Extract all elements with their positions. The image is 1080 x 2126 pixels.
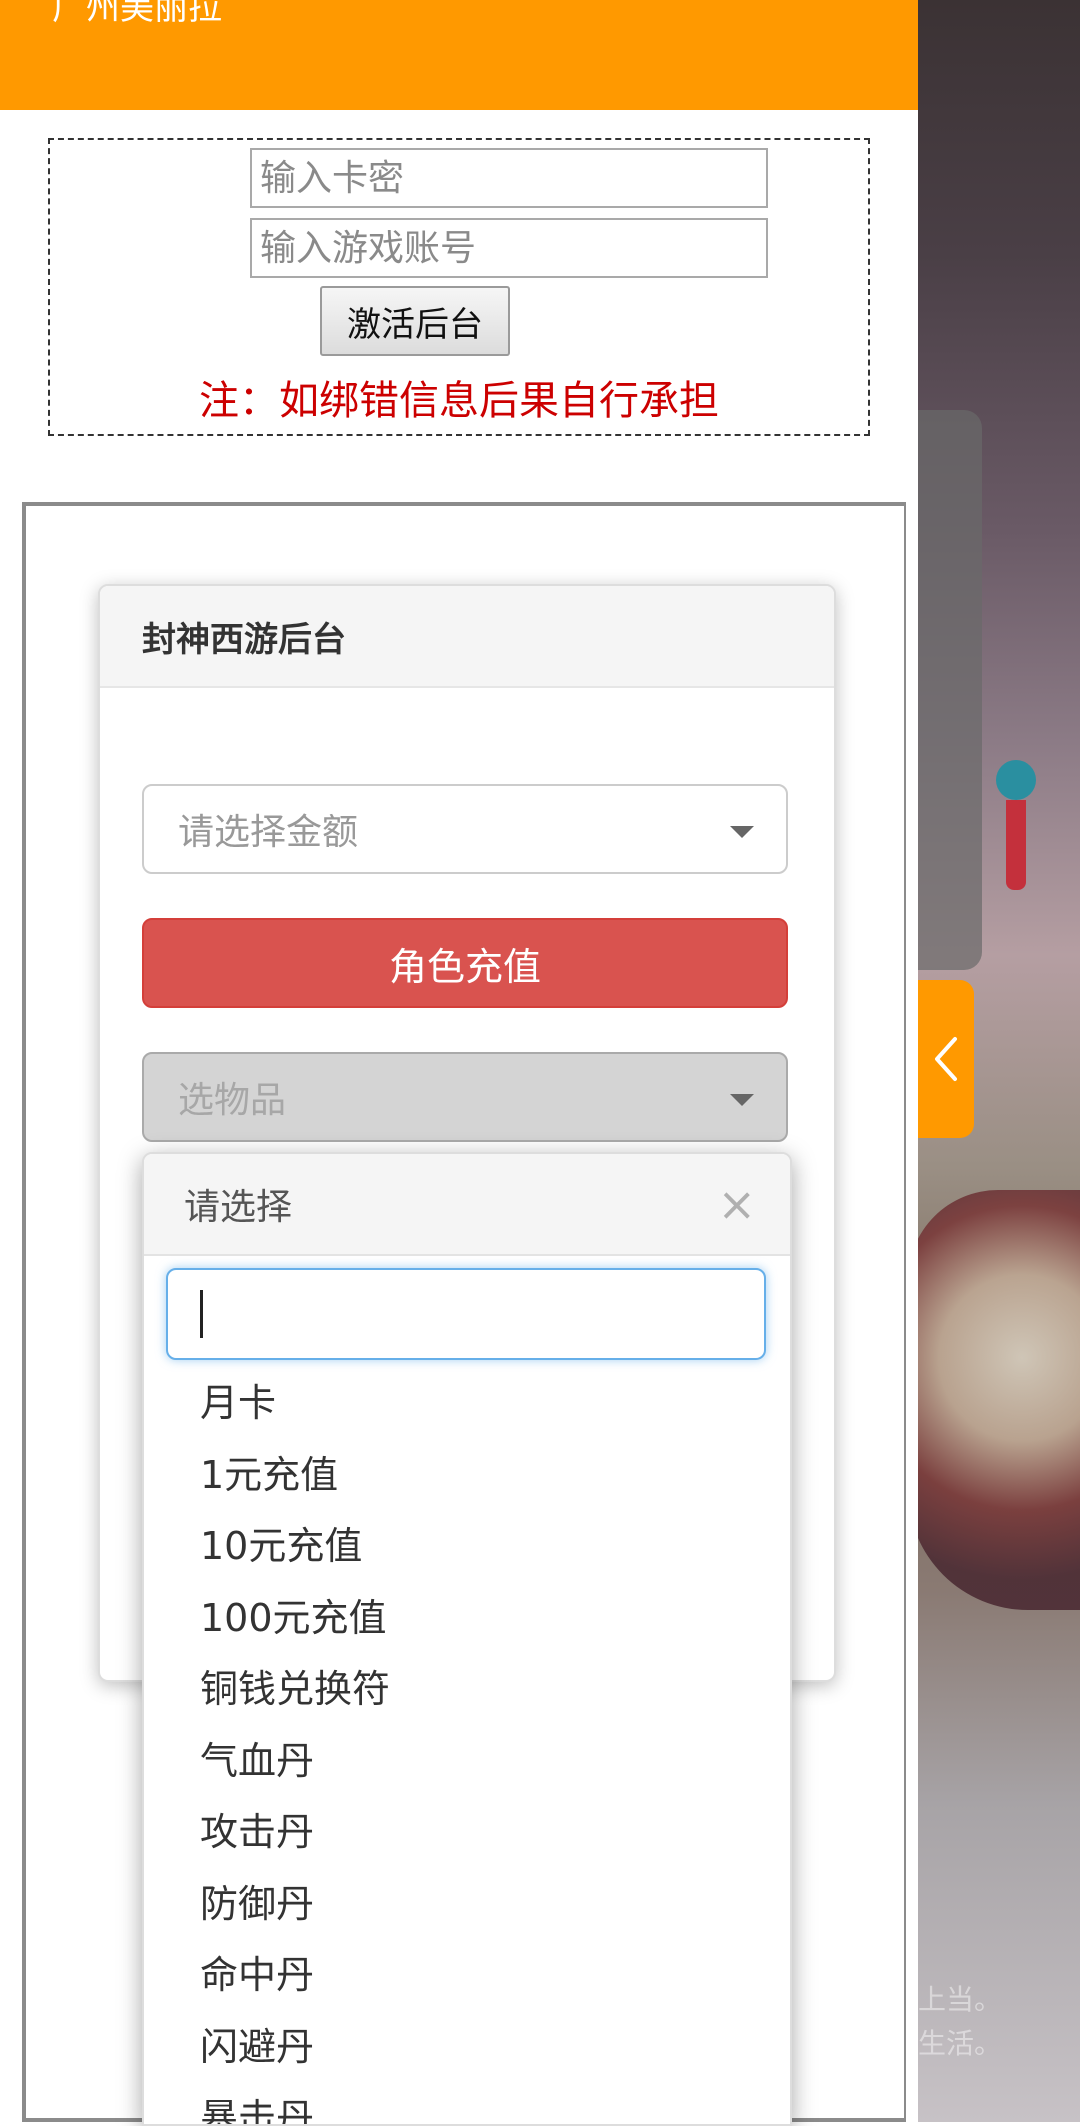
list-item[interactable]: 命中丹 xyxy=(144,1940,790,2012)
tassel-decoration xyxy=(1006,800,1026,890)
game-account-input[interactable] xyxy=(250,218,768,278)
dropdown-options: 月卡 1元充值 10元充值 100元充值 铜钱兑换符 气血丹 攻击丹 防御丹 命… xyxy=(144,1368,790,2124)
side-collapse-tab[interactable] xyxy=(918,980,974,1138)
recharge-button[interactable]: 角色充值 xyxy=(142,918,788,1008)
list-item[interactable]: 闪避丹 xyxy=(144,2012,790,2084)
list-item[interactable]: 防御丹 xyxy=(144,1869,790,1941)
item-select-label: 选物品 xyxy=(178,1080,287,1121)
activation-form: 激活后台 注：如绑错信息后果自行承担 xyxy=(48,138,870,436)
beast-artwork xyxy=(918,1190,1080,1610)
charm-decoration xyxy=(996,760,1036,800)
list-item[interactable]: 10元充值 xyxy=(144,1511,790,1583)
list-item[interactable]: 1元充值 xyxy=(144,1440,790,1512)
dropdown-search-input[interactable] xyxy=(166,1268,766,1360)
amount-select[interactable]: 请选择金额 xyxy=(142,784,788,874)
list-item[interactable]: 铜钱兑换符 xyxy=(144,1654,790,1726)
card-key-input[interactable] xyxy=(250,148,768,208)
list-item[interactable]: 攻击丹 xyxy=(144,1797,790,1869)
caret-down-icon xyxy=(730,826,754,838)
list-item[interactable]: 气血丹 xyxy=(144,1726,790,1798)
list-item[interactable]: 100元充值 xyxy=(144,1583,790,1655)
close-icon[interactable]: × xyxy=(717,1176,756,1232)
background-tip-2: 生活。 xyxy=(918,2027,1003,2060)
dropdown-title: 请选择 xyxy=(184,1187,293,1228)
caret-down-icon xyxy=(730,1094,754,1106)
activate-button[interactable]: 激活后台 xyxy=(320,286,510,356)
text-cursor xyxy=(200,1290,203,1338)
list-item[interactable]: 月卡 xyxy=(144,1368,790,1440)
amount-select-label: 请选择金额 xyxy=(178,812,359,853)
dropdown-header: 请选择 × xyxy=(144,1154,790,1256)
item-select[interactable]: 选物品 xyxy=(142,1052,788,1142)
background-card xyxy=(918,410,982,970)
chevron-left-icon xyxy=(935,1037,957,1081)
warning-note: 注：如绑错信息后果自行承担 xyxy=(199,378,719,424)
panel-title: 封神西游后台 xyxy=(100,586,834,688)
list-item[interactable]: 暴击丹 xyxy=(144,2083,790,2124)
background-tip-1: 上当。 xyxy=(918,1983,1003,2016)
header-bar: 广州美丽拉 xyxy=(0,0,918,110)
header-title: 广州美丽拉 xyxy=(52,0,222,28)
item-dropdown: 请选择 × 月卡 1元充值 10元充值 100元充值 铜钱兑换符 气血丹 攻击丹… xyxy=(142,1152,792,2126)
